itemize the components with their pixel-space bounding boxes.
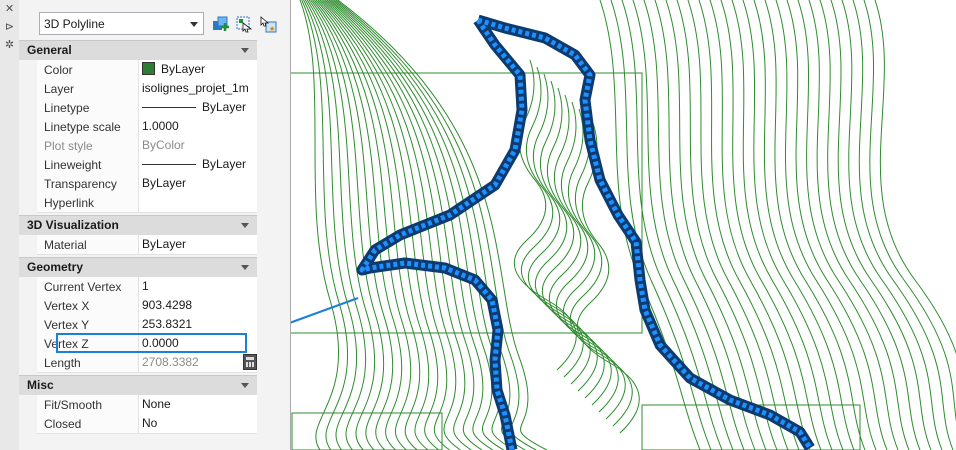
property-name: Current Vertex xyxy=(44,280,122,294)
section-general[interactable]: General xyxy=(19,40,257,60)
property-value[interactable]: ByLayer xyxy=(138,60,257,79)
property-row-plot-style: Plot style ByColor xyxy=(37,136,257,156)
contour-line xyxy=(324,0,472,450)
property-name: Linetype xyxy=(44,101,90,115)
calculator-icon[interactable] xyxy=(243,354,257,370)
property-row-vertex-x[interactable]: Vertex X 903.4298 xyxy=(37,296,257,316)
property-value[interactable]: 253.8321 xyxy=(138,315,257,334)
contour-line xyxy=(599,0,701,450)
vertex-z-highlight-box xyxy=(56,333,247,353)
contour-line xyxy=(797,0,899,450)
section-title: Misc xyxy=(27,378,54,392)
chevron-down-icon xyxy=(190,22,198,27)
property-row-linetype[interactable]: Linetype ByLayer xyxy=(37,98,257,118)
property-value[interactable]: ByLayer xyxy=(138,174,257,193)
property-row-lineweight[interactable]: Lineweight ByLayer xyxy=(37,155,257,175)
property-value[interactable]: ByLayer xyxy=(138,98,257,117)
collapse-icon[interactable] xyxy=(241,265,249,270)
contour-line xyxy=(698,0,800,450)
property-value: 2708.3382 xyxy=(138,353,257,372)
property-value[interactable]: ByLayer xyxy=(138,235,257,254)
property-name: Color xyxy=(44,63,73,77)
property-value-text: ByLayer xyxy=(161,62,206,76)
contour-line xyxy=(786,0,888,450)
property-name: Layer xyxy=(44,82,75,96)
property-name: Transparency xyxy=(44,177,117,191)
property-row-vertex-y[interactable]: Vertex Y 253.8321 xyxy=(37,315,257,335)
property-value: ByColor xyxy=(138,136,257,155)
property-name: Hyperlink xyxy=(44,196,95,210)
property-value[interactable]: isolignes_projet_1m xyxy=(138,79,257,98)
contour-line xyxy=(863,0,956,423)
collapse-icon[interactable] xyxy=(241,223,249,228)
section-misc[interactable]: Misc xyxy=(19,375,257,395)
property-value-text: ByLayer xyxy=(202,100,247,114)
property-name: Vertex Y xyxy=(44,318,90,332)
property-name: Closed xyxy=(44,417,82,431)
property-row-fit-smooth[interactable]: Fit/Smooth None xyxy=(37,395,257,415)
property-value[interactable]: 903.4298 xyxy=(138,296,257,315)
property-name: Length xyxy=(44,356,81,370)
autohide-icon[interactable]: ⊳ xyxy=(3,20,16,33)
property-row-current-vertex[interactable]: Current Vertex 1 xyxy=(37,277,257,297)
linetype-preview xyxy=(142,107,196,108)
property-row-closed[interactable]: Closed No xyxy=(37,414,257,434)
property-name: Vertex X xyxy=(44,299,90,313)
section-title: General xyxy=(27,43,72,57)
section-geometry[interactable]: Geometry xyxy=(19,257,257,277)
contour-line xyxy=(819,0,921,450)
contour-line xyxy=(665,0,767,450)
property-value[interactable]: 1.0000 xyxy=(138,117,257,136)
property-row-transparency[interactable]: Transparency ByLayer xyxy=(37,174,257,194)
property-value[interactable]: ByLayer xyxy=(138,155,257,174)
toggle-pickadd-icon[interactable]: ★ xyxy=(259,15,277,33)
drawing-frame xyxy=(291,412,443,450)
section-title: Geometry xyxy=(27,260,84,274)
property-value[interactable] xyxy=(138,193,257,212)
property-value-text: ByLayer xyxy=(202,157,247,171)
contour-line xyxy=(830,0,932,450)
property-row-material[interactable]: Material ByLayer xyxy=(37,235,257,255)
property-value[interactable]: 1 xyxy=(138,277,257,296)
properties-icon[interactable]: ✲ xyxy=(3,38,16,51)
select-objects-icon[interactable] xyxy=(235,15,253,33)
property-row-color[interactable]: Color ByLayer xyxy=(37,60,257,80)
collapse-icon[interactable] xyxy=(241,48,249,53)
property-row-linetype-scale[interactable]: Linetype scale 1.0000 xyxy=(37,117,257,137)
color-swatch xyxy=(142,62,155,75)
lineweight-preview xyxy=(142,164,196,165)
property-name: Material xyxy=(44,238,87,252)
contour-line xyxy=(326,0,483,450)
property-row-length: Length 2708.3382 xyxy=(37,353,257,373)
contour-line xyxy=(852,0,954,450)
close-icon[interactable]: ✕ xyxy=(3,2,16,15)
property-value[interactable]: No xyxy=(138,414,257,433)
contour-line xyxy=(841,0,943,450)
contour-line xyxy=(709,0,811,450)
property-name: Plot style xyxy=(44,139,93,153)
object-type-value: 3D Polyline xyxy=(44,17,105,31)
contour-line xyxy=(632,0,734,450)
object-type-dropdown[interactable]: 3D Polyline xyxy=(39,12,204,35)
svg-text:★: ★ xyxy=(269,25,275,33)
collapse-icon[interactable] xyxy=(241,383,249,388)
property-name: Linetype scale xyxy=(44,120,121,134)
property-row-layer[interactable]: Layer isolignes_projet_1m xyxy=(37,79,257,99)
section-3d-visualization[interactable]: 3D Visualization xyxy=(19,215,257,235)
property-value[interactable]: None xyxy=(138,395,257,414)
section-title: 3D Visualization xyxy=(27,218,119,232)
palette-title-strip: ✕ ⊳ ✲ xyxy=(0,0,20,450)
quick-select-icon[interactable] xyxy=(212,15,230,33)
property-row-hyperlink[interactable]: Hyperlink xyxy=(37,193,257,213)
contour-line xyxy=(874,0,956,355)
property-name: Fit/Smooth xyxy=(44,398,103,412)
property-name: Lineweight xyxy=(44,158,102,172)
contour-line xyxy=(808,0,910,450)
